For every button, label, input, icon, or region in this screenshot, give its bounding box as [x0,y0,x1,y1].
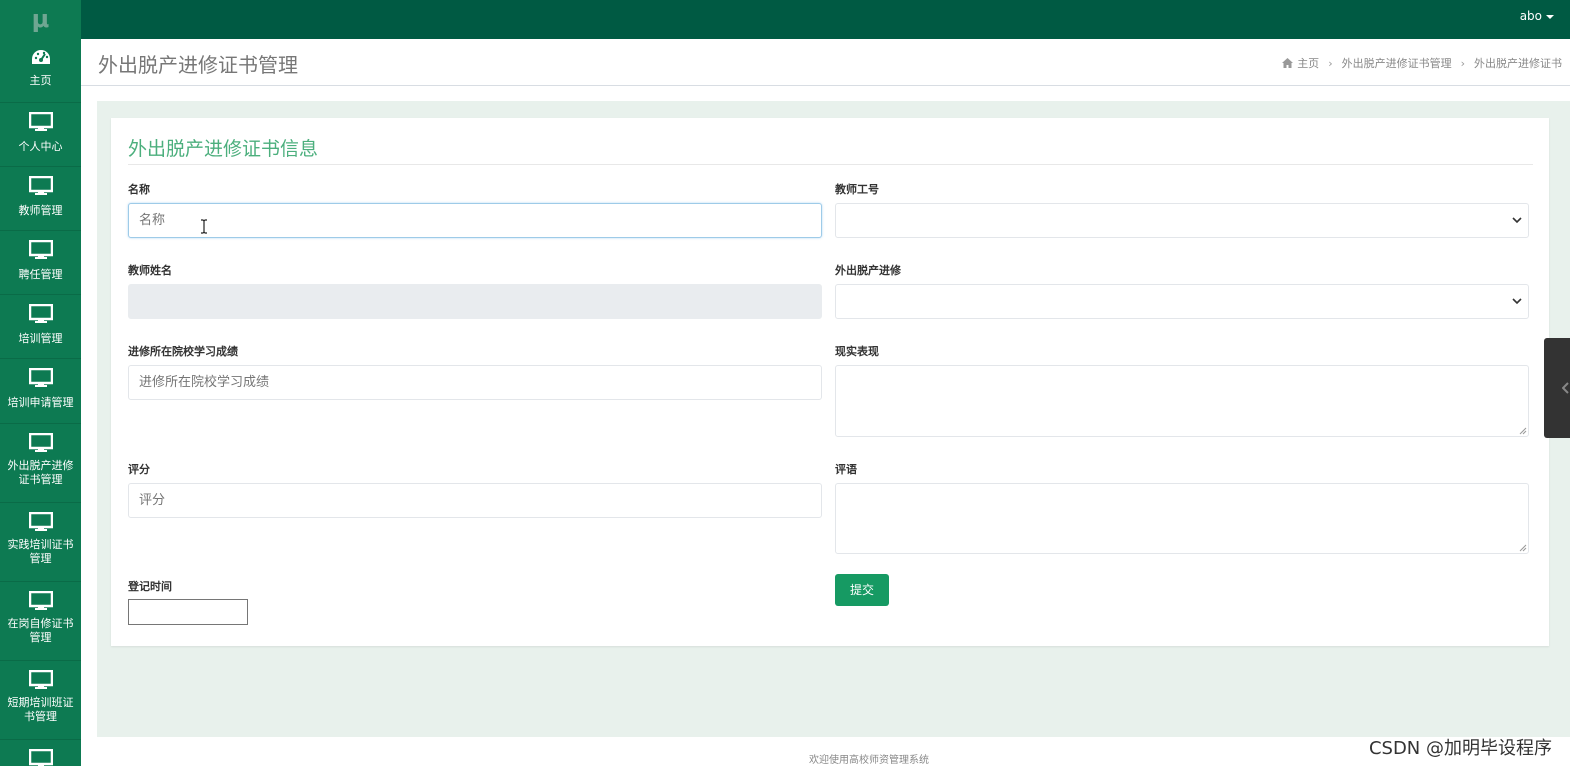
sidebar-item-label: 在岗自修证书管理 [7,617,74,644]
sidebar-item-home[interactable]: 主页 [0,39,81,103]
watermark: CSDN @加明毕设程序 [1368,738,1552,759]
sidebar-item-training[interactable]: 培训管理 [0,295,81,359]
sidebar-item-teachers[interactable]: 教师管理 [0,167,81,231]
page-title: 外出脱产进修证书管理 [98,53,298,77]
monitor-icon [28,591,53,610]
breadcrumb-current: 外出脱产进修证书 [1474,57,1562,70]
chevron-left-icon [1562,382,1569,394]
top-bar: μ abo [0,0,1570,39]
teacher-name-input [128,284,822,319]
footer: 欢迎使用高校师资管理系统 [81,737,1570,766]
name-label: 名称 [128,183,150,196]
sidebar-item-offsite-cert[interactable]: 外出脱产进修证书管理 [0,424,81,503]
teacher-id-select[interactable] [835,203,1529,238]
breadcrumb-home[interactable]: 主页 [1297,57,1319,70]
comment-label: 评语 [835,463,857,476]
side-panel-toggle[interactable] [1544,338,1570,438]
performance-label: 现实表现 [835,345,879,358]
monitor-icon [28,240,53,259]
sidebar-item-selfstudy-cert[interactable]: 在岗自修证书管理 [0,582,81,661]
divider [128,164,1533,165]
monitor-icon [28,670,53,689]
sidebar-item-label: 培训管理 [18,332,63,345]
sidebar-item-label: 实践培训证书管理 [7,538,74,565]
sidebar-item-label: 教师管理 [18,204,63,217]
user-name: abo [1519,9,1542,23]
monitor-icon [28,112,53,131]
sidebar-item-label: 培训申请管理 [7,396,74,409]
monitor-icon [28,749,53,766]
date-label: 登记时间 [128,580,172,593]
name-input[interactable] [128,203,822,238]
resize-grip-icon[interactable] [1519,544,1527,552]
sidebar-item-label: 外出脱产进修证书管理 [7,459,74,486]
monitor-icon [28,512,53,531]
sidebar-item-label: 短期培训班证书管理 [7,696,74,723]
breadcrumb-module[interactable]: 外出脱产进修证书管理 [1342,57,1452,70]
dashboard-icon [31,50,50,64]
teacher-id-label: 教师工号 [835,183,879,196]
rating-label: 评分 [128,463,150,476]
content-header: 外出脱产进修证书管理 主页 › 外出脱产进修证书管理 › 外出脱产进修证书 [81,39,1570,86]
sidebar-item-label: 个人中心 [18,140,63,153]
chevron-down-icon [1512,217,1522,224]
sidebar-item-more[interactable] [0,740,81,766]
home-icon [1282,58,1294,68]
monitor-icon [28,368,53,387]
chevron-right-icon: › [1460,57,1465,70]
performance-textarea[interactable] [835,365,1529,437]
resize-grip-icon[interactable] [1519,427,1527,435]
monitor-icon [28,176,53,195]
comment-textarea[interactable] [835,483,1529,554]
user-menu[interactable]: abo [1520,0,1554,33]
breadcrumb: 主页 › 外出脱产进修证书管理 › 外出脱产进修证书 [1282,55,1562,71]
text-cursor-icon [201,219,207,234]
app-logo[interactable]: μ [0,0,81,39]
monitor-icon [28,304,53,323]
date-input[interactable] [128,599,248,625]
score-school-input[interactable] [128,365,822,400]
score-school-label: 进修所在院校学习成绩 [128,345,238,358]
sidebar-item-practice-cert[interactable]: 实践培训证书管理 [0,503,81,582]
sidebar-item-appointment[interactable]: 聘任管理 [0,231,81,295]
rating-input[interactable] [128,483,822,518]
sidebar-item-label: 聘任管理 [18,268,63,281]
sidebar-item-training-application[interactable]: 培训申请管理 [0,359,81,424]
submit-button[interactable]: 提交 [835,574,889,606]
sidebar: 主页 个人中心 教师管理 聘任管理 培训管理 培训申请管理 外出脱产进修证书管理… [0,39,81,766]
caret-down-icon [1546,14,1554,19]
sidebar-item-label: 主页 [29,74,52,87]
sidebar-item-shortterm-cert[interactable]: 短期培训班证书管理 [0,661,81,740]
footer-text: 欢迎使用高校师资管理系统 [809,755,929,766]
teacher-name-label: 教师姓名 [128,264,172,277]
sidebar-item-profile[interactable]: 个人中心 [0,103,81,167]
chevron-right-icon: › [1328,57,1333,70]
training-label: 外出脱产进修 [835,264,901,277]
monitor-icon [28,433,53,452]
training-select[interactable] [835,284,1529,319]
form-title: 外出脱产进修证书信息 [128,138,319,160]
chevron-down-icon [1512,298,1522,305]
